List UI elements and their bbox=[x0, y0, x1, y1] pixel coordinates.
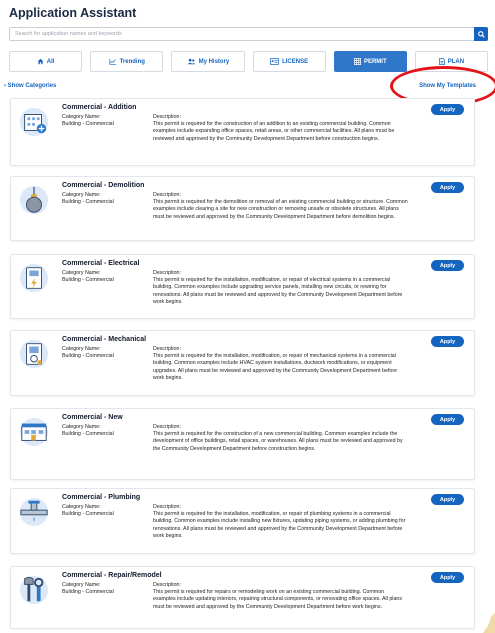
description-label: Description: bbox=[153, 114, 181, 120]
permit-description: This permit is required for repairs or r… bbox=[153, 589, 402, 610]
search-bar bbox=[9, 27, 488, 41]
apply-button[interactable]: Apply bbox=[431, 260, 464, 271]
users-icon bbox=[187, 58, 195, 65]
show-categories-link[interactable]: › Show Categories bbox=[4, 83, 56, 89]
hvac-unit-icon bbox=[19, 339, 49, 369]
show-my-templates-link[interactable]: Show My Templates bbox=[419, 83, 476, 89]
tab-permit[interactable]: PERMIT bbox=[333, 51, 407, 72]
category-value: Building - Commercial bbox=[62, 277, 114, 283]
page-title: Application Assistant bbox=[9, 6, 137, 20]
tab-license[interactable]: LICENSE bbox=[252, 51, 326, 72]
description-label: Description: bbox=[153, 582, 181, 588]
category-value: Building - Commercial bbox=[62, 199, 114, 205]
category-label: Category Name: bbox=[62, 192, 101, 198]
description-label: Description: bbox=[153, 504, 181, 510]
search-input[interactable] bbox=[10, 28, 474, 40]
permit-description: This permit is required for the installa… bbox=[153, 277, 403, 305]
category-value: Building - Commercial bbox=[62, 121, 114, 127]
id-card-icon bbox=[270, 58, 280, 65]
tab-trending[interactable]: Trending bbox=[90, 51, 164, 72]
category-label: Category Name: bbox=[62, 504, 101, 510]
permit-card-repair-remodel: Commercial - Repair/Remodel Category Nam… bbox=[10, 566, 475, 629]
description-label: Description: bbox=[153, 346, 181, 352]
permit-name: Commercial - Mechanical bbox=[62, 336, 147, 343]
apply-button[interactable]: Apply bbox=[431, 572, 464, 583]
wrecking-ball-icon bbox=[19, 185, 49, 215]
home-icon bbox=[37, 58, 44, 65]
tab-label: All bbox=[46, 58, 55, 65]
permit-card-demolition: Commercial - Demolition Category Name: B… bbox=[10, 176, 475, 241]
description-label: Description: bbox=[153, 424, 181, 430]
category-value: Building - Commercial bbox=[62, 431, 114, 437]
permit-name: Commercial - Repair/Remodel bbox=[62, 572, 162, 579]
apply-button[interactable]: Apply bbox=[431, 336, 464, 347]
permit-description: This permit is required for the installa… bbox=[153, 353, 398, 381]
category-label: Category Name: bbox=[62, 270, 101, 276]
permit-description: This permit is required for the construc… bbox=[153, 431, 403, 452]
category-value: Building - Commercial bbox=[62, 353, 114, 359]
pipe-faucet-icon bbox=[19, 497, 49, 527]
category-value: Building - Commercial bbox=[62, 589, 114, 595]
permit-card-mechanical: Commercial - Mechanical Category Name: B… bbox=[10, 330, 475, 396]
permit-card-electrical: Commercial - Electrical Category Name: B… bbox=[10, 254, 475, 319]
building-addition-icon bbox=[19, 107, 49, 137]
apply-button[interactable]: Apply bbox=[431, 182, 464, 193]
apply-button[interactable]: Apply bbox=[431, 104, 464, 115]
tools-icon bbox=[19, 575, 49, 605]
category-value: Building - Commercial bbox=[62, 511, 114, 517]
permit-name: Commercial - Addition bbox=[62, 104, 137, 111]
category-label: Category Name: bbox=[62, 346, 101, 352]
permit-name: Commercial - New bbox=[62, 414, 123, 421]
grid-icon bbox=[353, 58, 361, 65]
apply-button[interactable]: Apply bbox=[431, 414, 464, 425]
tab-label: Trending bbox=[119, 58, 145, 65]
storefront-icon bbox=[19, 417, 49, 447]
tab-label: My History bbox=[198, 58, 230, 65]
permit-description: This permit is required for the construc… bbox=[153, 121, 395, 142]
electrical-panel-icon bbox=[19, 263, 49, 293]
tab-label: PLAN bbox=[447, 58, 465, 65]
permit-card-addition: Commercial - Addition Category Name: Bui… bbox=[10, 98, 475, 166]
search-button[interactable] bbox=[474, 27, 488, 41]
permit-name: Commercial - Demolition bbox=[62, 182, 145, 189]
permit-description: This permit is required for the installa… bbox=[153, 511, 406, 539]
document-icon bbox=[438, 58, 445, 65]
category-label: Category Name: bbox=[62, 114, 101, 120]
permit-name: Commercial - Electrical bbox=[62, 260, 140, 267]
permit-card-new: Commercial - New Category Name: Building… bbox=[10, 408, 475, 480]
corner-decoration-icon bbox=[482, 613, 495, 633]
permit-name: Commercial - Plumbing bbox=[62, 494, 141, 501]
tab-all[interactable]: All bbox=[9, 51, 83, 72]
permit-description: This permit is required for the demoliti… bbox=[153, 199, 408, 220]
permit-card-plumbing: Commercial - Plumbing Category Name: Bui… bbox=[10, 488, 475, 554]
apply-button[interactable]: Apply bbox=[431, 494, 464, 505]
tab-plan[interactable]: PLAN bbox=[414, 51, 489, 72]
category-tabs: All Trending My History LICENSE PERMIT P… bbox=[9, 51, 489, 72]
category-label: Category Name: bbox=[62, 582, 101, 588]
description-label: Description: bbox=[153, 270, 181, 276]
search-icon bbox=[477, 30, 485, 38]
tab-label: PERMIT bbox=[363, 58, 387, 65]
tab-label: LICENSE bbox=[282, 58, 309, 65]
description-label: Description: bbox=[153, 192, 181, 198]
trending-chart-icon bbox=[109, 58, 116, 65]
category-label: Category Name: bbox=[62, 424, 101, 430]
tab-my-history[interactable]: My History bbox=[171, 51, 245, 72]
